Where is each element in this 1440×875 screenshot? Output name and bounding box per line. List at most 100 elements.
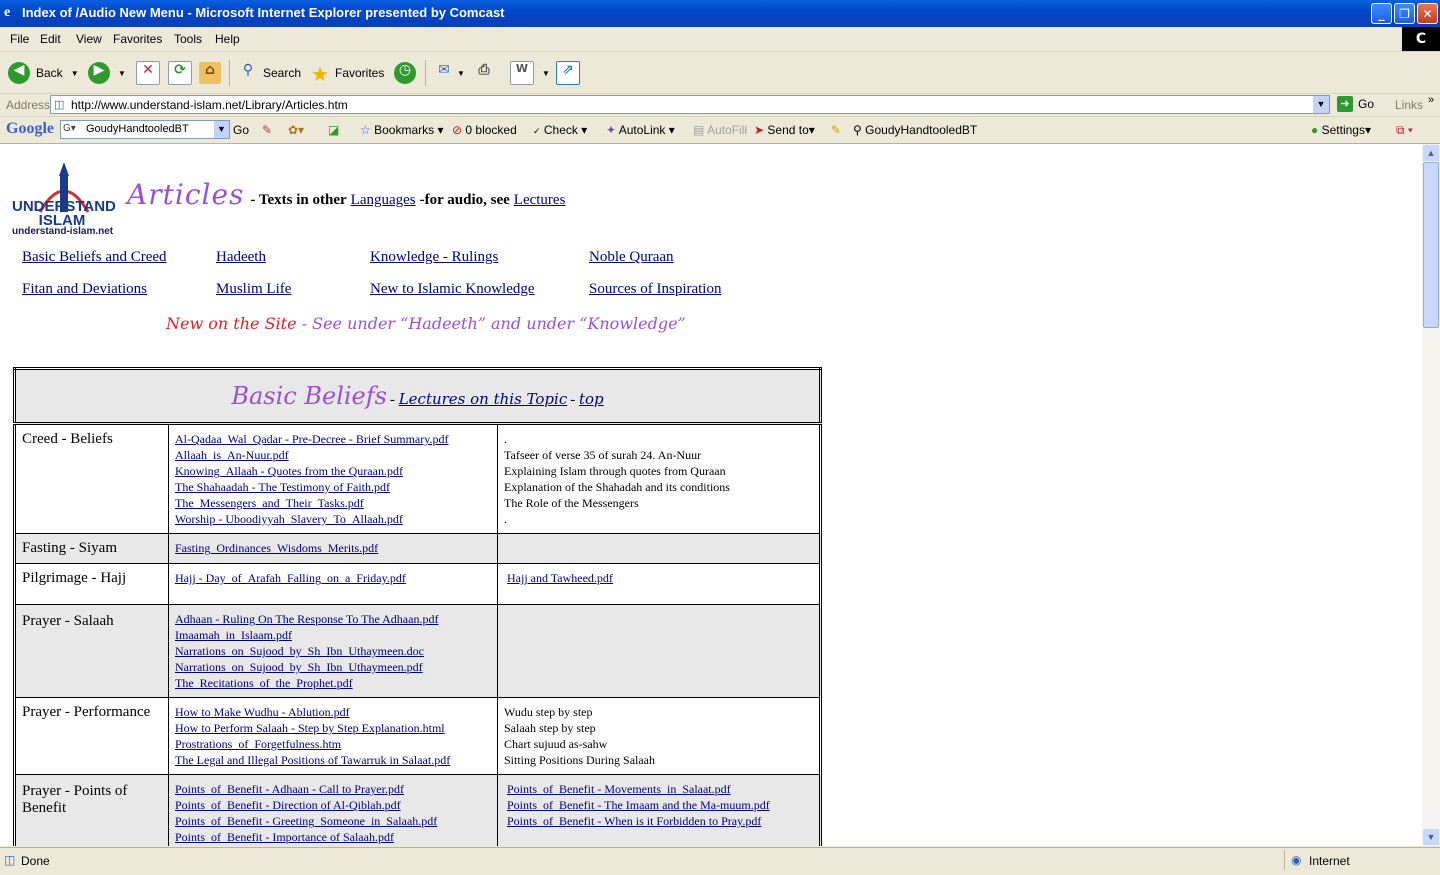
refresh-button[interactable]: ⟳	[168, 60, 192, 86]
menu-tools[interactable]: Tools	[174, 32, 202, 46]
pagerank-icon[interactable]: ✿▾	[288, 123, 304, 137]
minimize-button[interactable]: _	[1371, 3, 1392, 24]
file-link[interactable]: Hajj and Tawheed.pdf	[507, 571, 613, 585]
magnifier-icon: ⚲	[853, 123, 862, 137]
nav-muslim-life[interactable]: Muslim Life	[216, 281, 291, 298]
file-link[interactable]: Fasting_Ordinances_Wisdoms_Merits.pdf	[175, 541, 378, 555]
file-link[interactable]: Points_of_Benefit - Direction of Al-Qibl…	[175, 798, 401, 812]
chart-icon[interactable]: ◪	[328, 123, 339, 137]
section-title: Basic Beliefs	[231, 382, 387, 410]
close-button[interactable]: ✕	[1417, 3, 1438, 24]
file-link[interactable]: How to Make Wudhu - Ablution.pdf	[175, 705, 350, 719]
highlighter-icon[interactable]: ✎	[831, 123, 841, 137]
status-text: Done	[21, 854, 50, 868]
print-button[interactable]: ⎙	[473, 60, 495, 86]
file-link[interactable]: Imaamah_in_Islaam.pdf	[175, 628, 292, 642]
nav-sources-inspiration[interactable]: Sources of Inspiration	[589, 281, 721, 298]
google-search-input[interactable]: G▾ GoudyHandtooledBT ▼	[60, 120, 230, 139]
forward-button[interactable]: ▶ ▼	[88, 60, 126, 86]
category-cell: Prayer - Salaah	[14, 604, 169, 698]
spellcheck-button[interactable]: ✓ Check ▾	[533, 123, 587, 137]
file-link[interactable]: The_Recitations_of_the_Prophet.pdf	[175, 676, 353, 690]
file-link[interactable]: Points_of_Benefit - Importance of Salaah…	[175, 830, 394, 844]
nav-new-to-islam[interactable]: New to Islamic Knowledge	[370, 281, 535, 298]
menu-help[interactable]: Help	[215, 32, 240, 46]
file-link[interactable]: Points_of_Benefit - Adhaan - Call to Pra…	[175, 782, 404, 796]
file-link[interactable]: Points_of_Benefit - Greeting_Someone_in_…	[175, 814, 437, 828]
file-link[interactable]: Hajj - Day_of_Arafah_Falling_on_a_Friday…	[175, 571, 406, 585]
favorites-button[interactable]: ★ Favorites	[309, 60, 384, 86]
languages-link[interactable]: Languages	[351, 192, 416, 209]
stop-button[interactable]: ✕	[136, 60, 160, 86]
go-button[interactable]: ➜ Go	[1337, 96, 1374, 112]
file-link[interactable]: Adhaan - Ruling On The Response To The A…	[175, 612, 438, 626]
search-dropdown-icon[interactable]: ▼	[214, 121, 229, 138]
restore-button[interactable]: ❐	[1394, 3, 1415, 24]
edit-button[interactable]: W ▼	[510, 60, 550, 86]
files-cell: How to Make Wudhu - Ablution.pdf How to …	[168, 697, 498, 775]
nav-hadeeth[interactable]: Hadeeth	[216, 249, 266, 266]
nav-knowledge-rulings[interactable]: Knowledge - Rulings	[370, 249, 498, 266]
file-link[interactable]: How to Perform Salaah - Step by Step Exp…	[175, 721, 445, 735]
google-toolbar: Google G▾ GoudyHandtooledBT ▼ Go ✎ ✿▾ ◪ …	[0, 117, 1440, 144]
links-label[interactable]: Links	[1395, 98, 1423, 112]
search-button[interactable]: ⚲ Search	[237, 60, 301, 86]
word-icon: W	[510, 61, 534, 85]
nav-noble-quraan[interactable]: Noble Quraan	[589, 249, 674, 266]
table-row: Prayer - Points of Benefit Points_of_Ben…	[14, 774, 821, 846]
send-to-button[interactable]: ➤ Send to▾	[754, 123, 815, 137]
file-link[interactable]: Allaah_is_An-Nuur.pdf	[175, 448, 289, 462]
file-link[interactable]: The Shahaadah - The Testimony of Faith.p…	[175, 480, 390, 494]
back-button[interactable]: ◀ Back ▼	[8, 60, 79, 86]
search-term-button[interactable]: ⚲ GoudyHandtooledBT	[853, 123, 977, 137]
address-dropdown-icon[interactable]: ▼	[1313, 96, 1329, 113]
logo-text: UNDERSTAND ISLAM	[12, 198, 116, 229]
back-arrow-icon: ◀	[8, 62, 30, 84]
settings-button[interactable]: ● Settings▾	[1311, 123, 1371, 137]
file-link[interactable]: Points_of_Benefit - The Imaam and the Ma…	[507, 798, 770, 812]
star-outline-icon: ☆	[360, 123, 371, 137]
scroll-up-icon[interactable]: ▲	[1423, 145, 1439, 161]
menu-edit[interactable]: Edit	[40, 32, 61, 46]
messenger-button[interactable]: ⇗	[556, 60, 580, 86]
scroll-thumb[interactable]	[1423, 162, 1439, 328]
section-top-link[interactable]: top	[579, 390, 604, 408]
mail-button[interactable]: ✉ ▼	[433, 60, 465, 86]
security-zone: Internet	[1309, 854, 1350, 868]
menu-view[interactable]: View	[76, 32, 102, 46]
file-link[interactable]: Knowing_Allaah - Quotes from the Quraan.…	[175, 464, 403, 478]
lectures-link[interactable]: Lectures	[514, 192, 566, 209]
file-link[interactable]: Al-Qadaa_Wal_Qadar - Pre-Decree - Brief …	[175, 432, 448, 446]
autolink-button[interactable]: ✦ AutoLink ▾	[606, 123, 675, 137]
bookmarks-button[interactable]: ☆ Bookmarks ▾	[360, 123, 444, 137]
file-link[interactable]: Prostrations_of_Forgetfulness.htm	[175, 737, 341, 751]
file-link[interactable]: Narrations_on_Sujood_by_Sh_Ibn_Uthaymeen…	[175, 660, 423, 674]
logo-url: understand-islam.net	[12, 226, 114, 237]
file-link[interactable]: Worship - Uboodiyyah_Slavery_To_Allaah.p…	[175, 512, 403, 526]
vertical-scrollbar[interactable]: ▲ ▼	[1422, 144, 1440, 846]
file-link[interactable]: Points_of_Benefit - When is it Forbidden…	[507, 814, 761, 828]
google-logo[interactable]: Google	[6, 120, 54, 138]
category-cell: Creed - Beliefs	[14, 423, 169, 534]
nav-basic-beliefs[interactable]: Basic Beliefs and Creed	[22, 249, 167, 266]
translate-icon[interactable]: ⧉ ▾	[1396, 123, 1413, 138]
home-button[interactable]: ⌂	[199, 60, 221, 86]
section-lectures-link[interactable]: Lectures on this Topic	[399, 390, 568, 408]
nav-fitan[interactable]: Fitan and Deviations	[22, 281, 147, 298]
scroll-down-icon[interactable]: ▼	[1423, 829, 1439, 845]
file-link[interactable]: The Legal and Illegal Positions of Tawar…	[175, 753, 450, 767]
ie-icon: e	[4, 5, 11, 20]
file-link[interactable]: The_Messengers_and_Their_Tasks.pdf	[175, 496, 364, 510]
autofill-button[interactable]: ▤ AutoFill	[693, 123, 747, 137]
google-go-button[interactable]: Go	[233, 123, 249, 137]
site-logo[interactable]: UNDERSTAND ISLAM understand-islam.net	[12, 162, 116, 238]
menu-favorites[interactable]: Favorites	[113, 32, 162, 46]
news-icon[interactable]: ✎	[262, 123, 272, 137]
address-input[interactable]: ◫ http://www.understand-islam.net/Librar…	[50, 95, 1330, 114]
history-button[interactable]: ◷	[394, 60, 416, 86]
file-link[interactable]: Narrations_on_Sujood_by_Sh_Ibn_Uthaymeen…	[175, 644, 424, 658]
file-link[interactable]: Points_of_Benefit - Movements_in_Salaat.…	[507, 782, 731, 796]
popup-blocker-button[interactable]: ⊘ 0 blocked	[452, 123, 517, 137]
menu-file[interactable]: File	[10, 32, 29, 46]
chevron-right-icon[interactable]: »	[1428, 94, 1434, 106]
